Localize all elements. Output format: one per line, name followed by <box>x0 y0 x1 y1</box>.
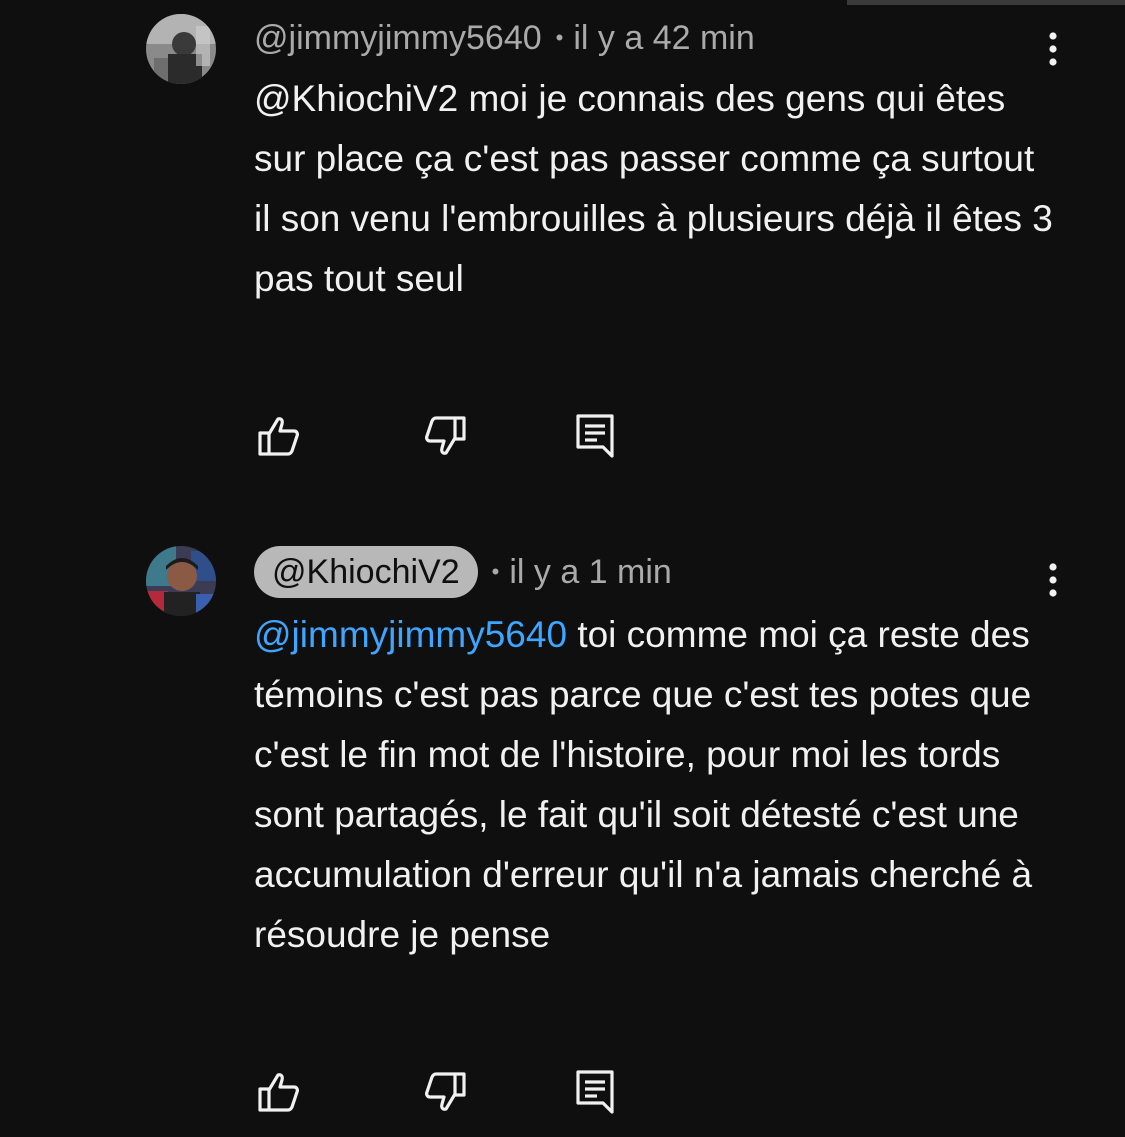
like-button[interactable] <box>254 1067 304 1117</box>
thumbs-down-icon <box>425 1072 466 1111</box>
comment-text: @KhiochiV2 moi je connais des gens qui ê… <box>254 78 1053 299</box>
like-button[interactable] <box>254 411 304 461</box>
meta-separator: • <box>555 25 564 50</box>
more-vert-icon <box>1049 32 1057 66</box>
meta-separator: • <box>491 559 500 584</box>
comment-timestamp[interactable]: il y a 1 min <box>509 553 672 592</box>
user-avatar-icon <box>146 14 216 84</box>
thumbs-up-icon <box>258 1073 299 1112</box>
comment-author-highlighted[interactable]: @KhiochiV2 <box>254 546 478 598</box>
thumbs-down-icon <box>425 416 466 455</box>
top-divider <box>847 0 1125 5</box>
comment-meta: @KhiochiV2 • il y a 1 min <box>254 546 672 598</box>
avatar[interactable] <box>146 14 216 84</box>
comment-meta: @jimmyjimmy5640 • il y a 42 min <box>254 12 755 64</box>
dislike-button[interactable] <box>420 411 470 461</box>
thumbs-up-icon <box>258 417 299 456</box>
reply-comment-icon <box>576 1070 614 1114</box>
comment-timestamp[interactable]: il y a 42 min <box>573 19 754 58</box>
avatar[interactable] <box>146 546 216 616</box>
comment-menu-button[interactable] <box>1030 557 1076 603</box>
comment-menu-button[interactable] <box>1030 26 1076 72</box>
comment-text: @jimmyjimmy5640 toi comme moi ça reste d… <box>254 605 1054 965</box>
more-vert-icon <box>1049 563 1057 597</box>
comment-author[interactable]: @jimmyjimmy5640 <box>254 19 542 58</box>
reply-button[interactable] <box>570 411 620 461</box>
dislike-button[interactable] <box>420 1067 470 1117</box>
user-avatar-icon <box>146 546 216 616</box>
reply-comment-icon <box>576 414 614 458</box>
comment-text-body: toi comme moi ça reste des témoins c'est… <box>254 614 1033 955</box>
mention-link[interactable]: @jimmyjimmy5640 <box>254 614 567 655</box>
reply-button[interactable] <box>570 1067 620 1117</box>
